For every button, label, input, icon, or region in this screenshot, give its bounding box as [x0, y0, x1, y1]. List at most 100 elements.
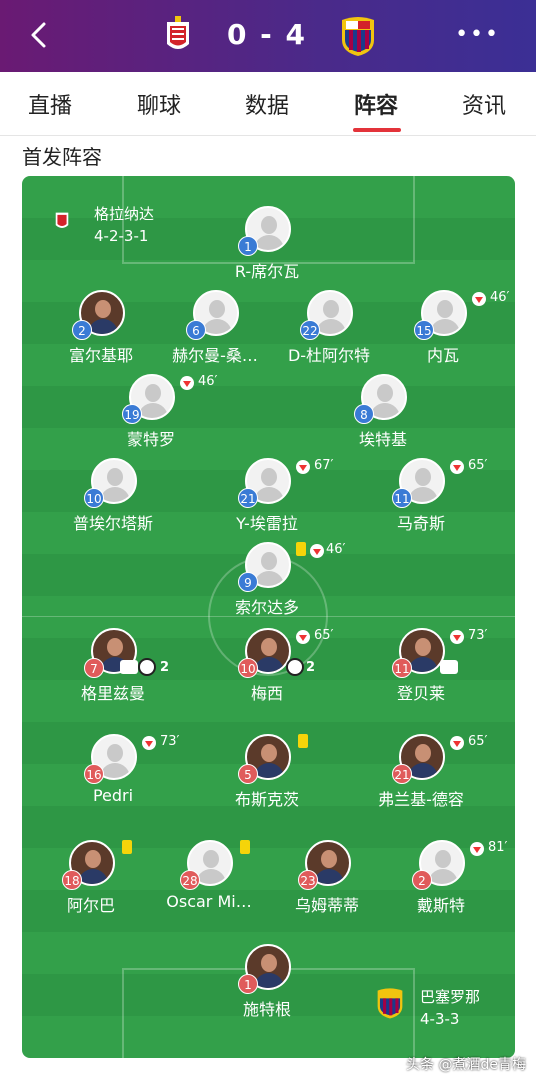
shirt-number: 9 — [238, 572, 258, 592]
home-player[interactable]: 67′ 21 Y-埃雷拉 — [212, 458, 334, 538]
shirt-number: 7 — [84, 658, 104, 678]
shirt-number: 1 — [238, 974, 258, 994]
player-name: 蒙特罗 — [126, 430, 175, 449]
away-player[interactable]: 5 布斯克茨 — [212, 734, 322, 814]
home-player[interactable]: 6 赫尔曼-桑… — [160, 290, 270, 370]
tab-news[interactable]: 资讯 — [462, 88, 506, 120]
away-player[interactable]: 73′ 16 Pedri — [58, 734, 180, 814]
away-player[interactable]: 65′ 2 10 梅西 — [212, 628, 334, 708]
away-player[interactable]: 2 7 格里兹曼 — [58, 628, 170, 708]
shirt-number: 10 — [84, 488, 104, 508]
away-player[interactable]: 23 乌姆蒂蒂 — [272, 840, 382, 920]
barcelona-crest-icon[interactable] — [338, 14, 378, 58]
player-name: 戴斯特 — [416, 896, 465, 915]
tab-lineup[interactable]: 阵容 — [354, 88, 398, 120]
barcelona-crest-icon — [377, 988, 403, 1019]
tab-chat[interactable]: 聊球 — [137, 88, 181, 120]
sub-time: 46′ — [326, 542, 346, 557]
away-team-meta: 巴塞罗那 4-3-3 — [420, 986, 480, 1030]
match-header: 0 - 4 ••• — [0, 0, 536, 72]
goal-ball-icon — [138, 658, 156, 676]
home-player[interactable]: 22 D-杜阿尔特 — [274, 290, 384, 370]
away-player[interactable]: 28 Oscar Mi… — [154, 840, 264, 920]
sub-out-icon — [180, 376, 194, 390]
player-name: 索尔达多 — [234, 598, 299, 617]
home-player[interactable]: 10 普埃尔塔斯 — [58, 458, 168, 538]
shirt-number: 2 — [412, 870, 432, 890]
sub-time: 46′ — [490, 290, 510, 305]
shirt-number: 5 — [238, 764, 258, 784]
home-player[interactable]: 1 R-席尔瓦 — [212, 206, 322, 286]
home-team-name: 格拉纳达 — [94, 205, 155, 223]
shirt-number: 16 — [84, 764, 104, 784]
player-name: Y-埃雷拉 — [236, 514, 298, 533]
lineup-pitch: 格拉纳达 4-2-3-1 1 R-席尔瓦 2 富尔基耶 6 赫尔曼-桑… 22 … — [22, 176, 515, 1058]
shirt-number: 11 — [392, 658, 412, 678]
player-name: 布斯克茨 — [234, 790, 299, 809]
shirt-number: 8 — [354, 404, 374, 424]
player-name: 埃特基 — [358, 430, 407, 449]
yellow-card-icon — [240, 840, 250, 854]
shirt-number: 22 — [300, 320, 320, 340]
player-name: 阿尔巴 — [66, 896, 115, 915]
goal-count: 2 — [160, 660, 170, 675]
away-player[interactable]: 18 阿尔巴 — [36, 840, 146, 920]
yellow-card-icon — [122, 840, 132, 854]
sub-out-icon — [450, 460, 464, 474]
more-menu-icon[interactable]: ••• — [455, 22, 500, 47]
home-player[interactable]: 8 埃特基 — [328, 374, 438, 454]
player-name: 乌姆蒂蒂 — [294, 896, 359, 915]
shirt-number: 6 — [186, 320, 206, 340]
sub-time: 67′ — [314, 458, 334, 473]
player-name: Oscar Mi… — [166, 892, 252, 911]
shirt-number: 19 — [122, 404, 142, 424]
sub-out-icon — [310, 544, 324, 558]
yellow-card-icon — [298, 734, 308, 748]
player-name: R-席尔瓦 — [234, 262, 300, 281]
sub-time: 46′ — [198, 374, 218, 389]
player-name: 弗兰基-德容 — [378, 790, 464, 809]
player-name: 格里兹曼 — [80, 684, 145, 703]
sub-out-icon — [450, 736, 464, 750]
assist-boot-icon — [440, 660, 458, 674]
tab-stats[interactable]: 数据 — [245, 88, 289, 120]
home-player[interactable]: 65′ 11 马奇斯 — [366, 458, 488, 538]
home-player[interactable]: 46′ 15 内瓦 — [388, 290, 510, 370]
tab-bar: 直播 聊球 数据 阵容 资讯 — [0, 72, 536, 136]
shirt-number: 11 — [392, 488, 412, 508]
home-team-formation: 4-2-3-1 — [94, 227, 149, 245]
away-player[interactable]: 81′ 2 戴斯特 — [386, 840, 508, 920]
player-name: D-杜阿尔特 — [287, 346, 371, 365]
shirt-number: 1 — [238, 236, 258, 256]
granada-crest-icon — [55, 212, 69, 228]
away-team-name: 巴塞罗那 — [420, 988, 481, 1006]
player-name: 马奇斯 — [396, 514, 445, 533]
tab-live[interactable]: 直播 — [28, 88, 72, 120]
player-name: 施特根 — [242, 1000, 291, 1019]
away-player[interactable]: 65′ 21 弗兰基-德容 — [366, 734, 488, 814]
home-player[interactable]: 2 富尔基耶 — [46, 290, 156, 370]
shirt-number: 10 — [238, 658, 258, 678]
sub-out-icon — [296, 630, 310, 644]
goal-ball-icon — [286, 658, 304, 676]
sub-out-icon — [472, 292, 486, 306]
player-name: 内瓦 — [426, 346, 459, 365]
goal-count: 2 — [306, 660, 316, 675]
watermark: 头条 @煮酒de青梅 — [406, 1057, 526, 1073]
shirt-number: 21 — [238, 488, 258, 508]
back-arrow-icon[interactable] — [24, 20, 54, 50]
sub-time: 73′ — [468, 628, 488, 643]
away-player[interactable]: 73′ 11 登贝莱 — [366, 628, 488, 708]
player-name: 富尔基耶 — [68, 346, 133, 365]
player-name: Pedri — [92, 786, 134, 805]
home-player[interactable]: 46′ 9 索尔达多 — [212, 542, 346, 622]
player-name: 登贝莱 — [396, 684, 445, 703]
shirt-number: 28 — [180, 870, 200, 890]
sub-time: 81′ — [488, 840, 508, 855]
away-player[interactable]: 1 施特根 — [212, 944, 322, 1024]
active-tab-indicator — [353, 128, 401, 132]
away-team-formation: 4-3-3 — [420, 1010, 460, 1028]
sub-out-icon — [296, 460, 310, 474]
home-player[interactable]: 46′ 19 蒙特罗 — [96, 374, 218, 454]
granada-crest-icon[interactable] — [164, 14, 192, 56]
